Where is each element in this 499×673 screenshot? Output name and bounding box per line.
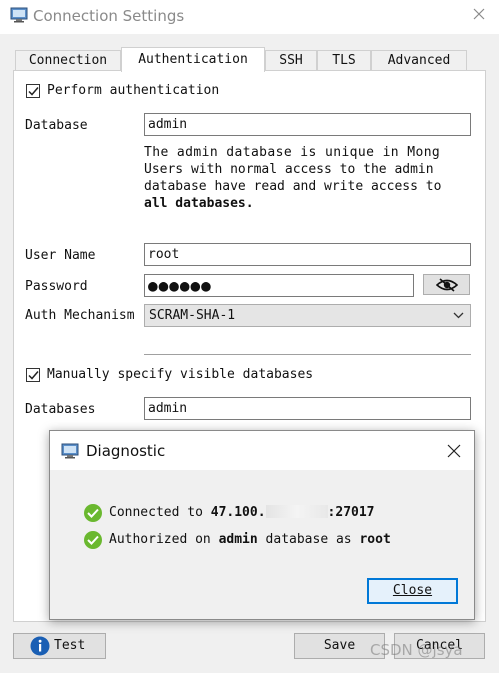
checkmark-icon [28, 87, 39, 96]
close-icon[interactable] [447, 444, 461, 458]
tab-connection[interactable]: Connection [15, 50, 121, 71]
check-circle-icon [84, 504, 102, 522]
app-window-icon [61, 443, 79, 459]
auth-description: The admin database is unique in Mong Use… [144, 144, 474, 212]
status-text: Connected to 47.100. :27017 [109, 503, 375, 523]
test-button-label: Test [54, 638, 86, 653]
close-icon[interactable] [471, 6, 487, 22]
test-button[interactable]: Test [13, 633, 106, 659]
tab-ssh[interactable]: SSH [265, 50, 317, 71]
databases-label: Databases [25, 402, 96, 417]
port-value: :27017 [327, 505, 375, 520]
auth-mechanism-value: SCRAM-SHA-1 [149, 308, 236, 323]
diagnostic-title: Diagnostic [86, 442, 166, 460]
manual-visible-dbs-label[interactable]: Manually specify visible databases [47, 367, 313, 382]
status-prefix: Connected to [109, 505, 211, 520]
eye-slash-icon [436, 278, 458, 292]
tab-authentication[interactable]: Authentication [121, 47, 265, 72]
host-value: 47.100. [210, 505, 266, 520]
chevron-down-icon [453, 312, 464, 319]
auth-mechanism-select[interactable]: SCRAM-SHA-1 [144, 304, 471, 327]
auth-mechanism-label: Auth Mechanism [25, 308, 135, 323]
user-value: root [359, 532, 391, 547]
status-row-authorized: Authorized on admin database as root [84, 530, 454, 550]
desc-line: The admin database is unique in Mong [144, 145, 441, 160]
watermark-text: CSDN @jsya [370, 641, 463, 659]
username-input[interactable]: root [144, 243, 471, 266]
desc-line-bold: all databases. [144, 196, 254, 211]
title-bar: Connection Settings [0, 0, 499, 34]
password-input[interactable]: ●●●●●● [144, 274, 414, 297]
desc-line: database have read and write access to [144, 179, 442, 194]
tab-advanced[interactable]: Advanced [371, 50, 467, 71]
window-title: Connection Settings [33, 7, 185, 25]
diagnostic-title-bar: Diagnostic [50, 431, 474, 470]
info-icon [30, 636, 50, 656]
redacted-host [265, 505, 328, 518]
checkmark-icon [28, 371, 39, 380]
close-button-label: Close [392, 583, 433, 598]
app-window-icon [10, 7, 28, 23]
database-label: Database [25, 118, 88, 133]
perform-auth-label[interactable]: Perform authentication [47, 83, 219, 98]
perform-auth-checkbox[interactable] [26, 84, 40, 98]
diagnostic-close-button[interactable]: Close [367, 578, 458, 604]
database-input[interactable]: admin [144, 113, 471, 136]
username-label: User Name [25, 248, 96, 263]
status-mid: database as [257, 532, 360, 547]
password-label: Password [25, 279, 88, 294]
toggle-password-visibility-button[interactable] [423, 274, 470, 295]
status-text: Authorized on admin database as root [109, 530, 391, 550]
status-prefix: Authorized on [109, 532, 219, 547]
check-circle-icon [84, 531, 102, 549]
section-divider [144, 354, 471, 355]
db-value: admin [218, 532, 258, 547]
diagnostic-dialog: Diagnostic Connected to 47.100. :27017 Au… [49, 430, 475, 620]
manual-visible-dbs-checkbox[interactable] [26, 368, 40, 382]
tab-tls[interactable]: TLS [317, 50, 371, 71]
desc-line: Users with normal access to the admin [144, 162, 434, 177]
databases-input[interactable]: admin [144, 397, 471, 420]
status-row-connected: Connected to 47.100. :27017 [84, 503, 454, 523]
